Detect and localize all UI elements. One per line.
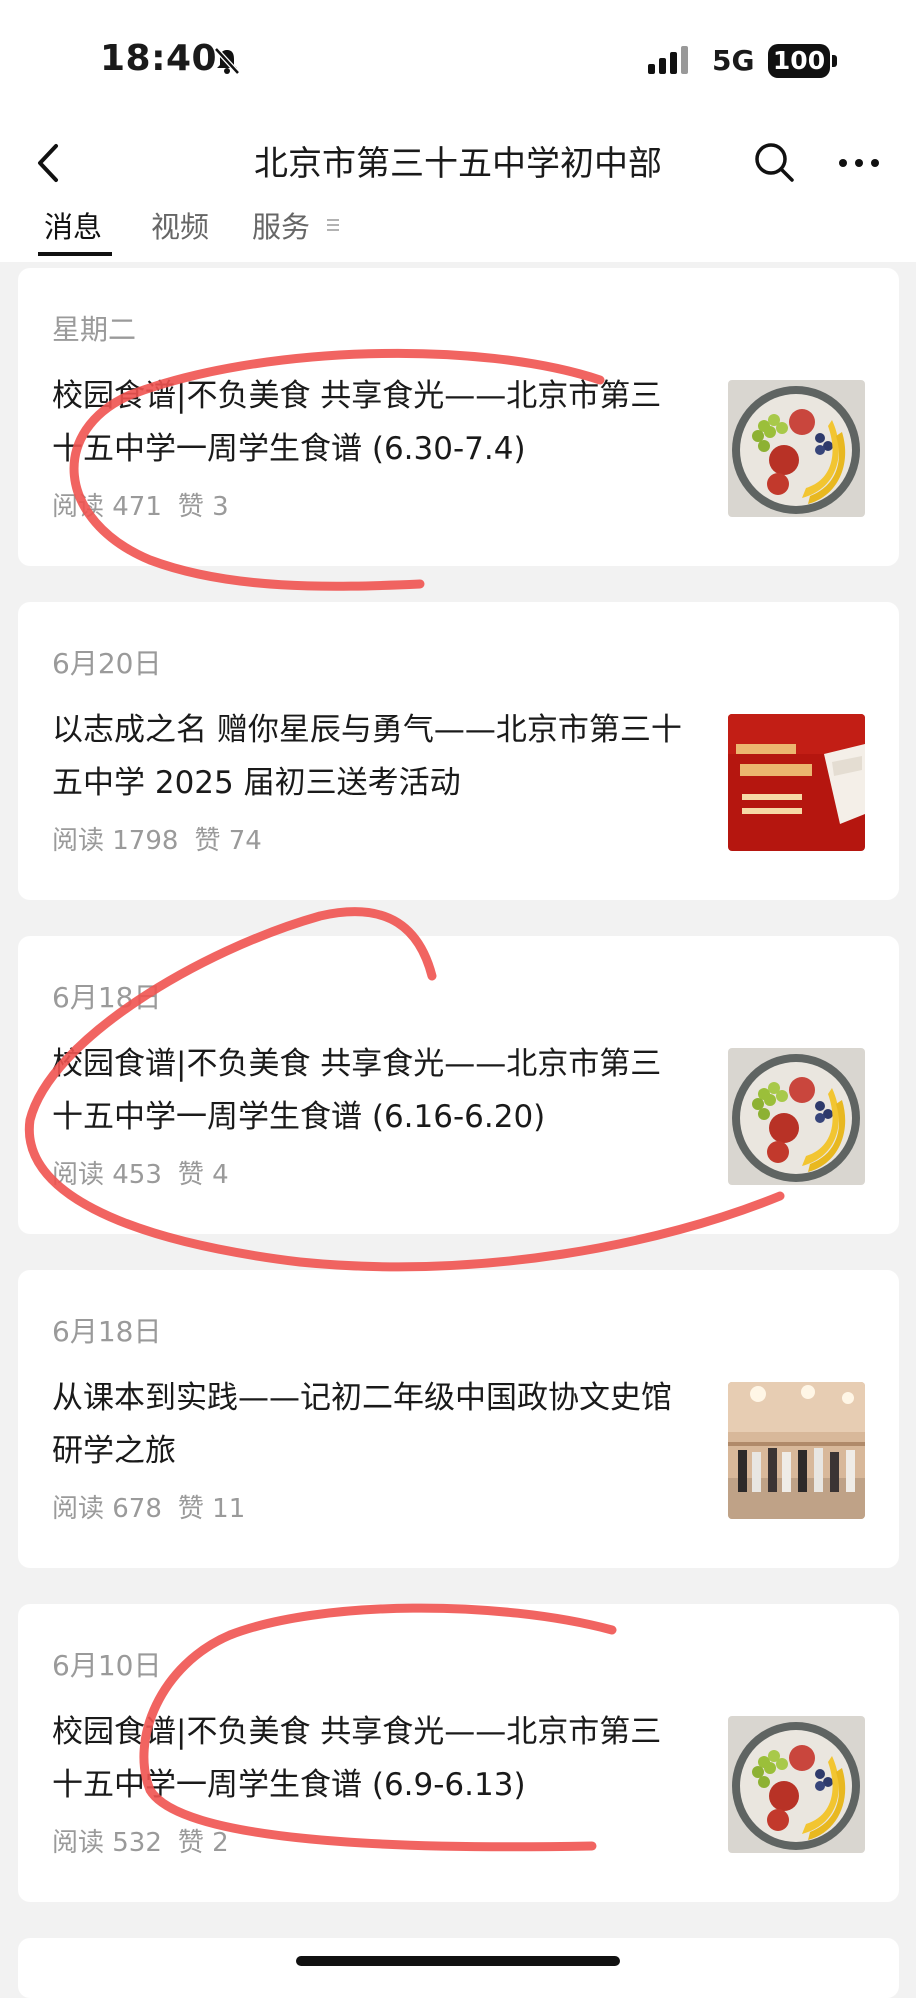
tab-videos[interactable]: 视频	[151, 204, 209, 246]
article-title[interactable]: 校园食谱|不负美食 共享食光——北京市第三十五中学一周学生食谱 (6.9-6.1…	[52, 1706, 692, 1812]
students-photo-thumbnail[interactable]	[728, 1382, 865, 1519]
fruit-plate-thumbnail[interactable]	[728, 1716, 865, 1853]
fruit-plate-thumbnail[interactable]	[728, 1048, 865, 1185]
fruit-plate-thumbnail[interactable]	[728, 380, 865, 517]
article-card[interactable]: 6月18日 校园食谱|不负美食 共享食光——北京市第三十五中学一周学生食谱 (6…	[18, 936, 899, 1234]
article-date: 6月10日	[52, 1649, 162, 1682]
article-card[interactable]: 6月10日 校园食谱|不负美食 共享食光——北京市第三十五中学一周学生食谱 (6…	[18, 1604, 899, 1902]
menu-lines-icon[interactable]	[326, 218, 340, 232]
article-stats: 阅读 453 赞 4	[52, 1154, 245, 1191]
like-count: 赞 4	[177, 1160, 229, 1190]
like-count: 赞 11	[177, 1494, 246, 1524]
article-stats: 阅读 471 赞 3	[52, 486, 245, 523]
status-time: 18:40	[100, 38, 218, 79]
article-date: 6月18日	[52, 981, 162, 1014]
home-indicator	[296, 1956, 620, 1966]
battery-indicator: 100	[768, 44, 830, 78]
article-date: 6月18日	[52, 1315, 162, 1348]
article-stats: 阅读 1798 赞 74	[52, 820, 278, 857]
red-poster-thumbnail[interactable]	[728, 714, 865, 851]
like-count: 赞 2	[177, 1828, 229, 1858]
battery-nub	[832, 55, 837, 67]
tab-messages[interactable]: 消息	[44, 204, 102, 246]
article-title[interactable]: 从课本到实践——记初二年级中国政协文史馆研学之旅	[52, 1372, 692, 1478]
article-stats: 阅读 532 赞 2	[52, 1822, 245, 1859]
article-card-partial[interactable]	[18, 1938, 899, 1998]
article-date: 6月20日	[52, 647, 162, 680]
network-type: 5G	[712, 44, 755, 77]
page-title: 北京市第三十五中学初中部	[254, 144, 662, 184]
article-title[interactable]: 校园食谱|不负美食 共享食光——北京市第三十五中学一周学生食谱 (6.30-7.…	[52, 370, 692, 476]
tab-services[interactable]: 服务	[252, 204, 310, 246]
article-title[interactable]: 以志成之名 赠你星辰与勇气——北京市第三十五中学 2025 届初三送考活动	[52, 704, 692, 810]
read-count: 阅读 532	[52, 1828, 162, 1858]
article-date: 星期二	[52, 313, 137, 346]
article-card[interactable]: 星期二 校园食谱|不负美食 共享食光——北京市第三十五中学一周学生食谱 (6.3…	[18, 268, 899, 566]
article-card[interactable]: 6月18日 从课本到实践——记初二年级中国政协文史馆研学之旅 阅读 678 赞 1…	[18, 1270, 899, 1568]
more-options-icon[interactable]	[834, 140, 884, 186]
article-stats: 阅读 678 赞 11	[52, 1488, 261, 1525]
read-count: 阅读 453	[52, 1160, 162, 1190]
search-icon[interactable]	[752, 140, 798, 186]
read-count: 阅读 678	[52, 1494, 162, 1524]
read-count: 阅读 471	[52, 492, 162, 522]
top-bar: 18:40 5G 100 北京市第三十五中学初中部 消息 视频 服务	[0, 0, 916, 262]
like-count: 赞 3	[177, 492, 229, 522]
like-count: 赞 74	[194, 826, 262, 856]
article-title[interactable]: 校园食谱|不负美食 共享食光——北京市第三十五中学一周学生食谱 (6.16-6.…	[52, 1038, 692, 1144]
read-count: 阅读 1798	[52, 826, 179, 856]
back-arrow-icon[interactable]	[30, 138, 70, 188]
mute-bell-icon	[214, 47, 240, 75]
signal-icon	[648, 46, 692, 74]
active-tab-indicator	[38, 252, 112, 256]
article-card[interactable]: 6月20日 以志成之名 赠你星辰与勇气——北京市第三十五中学 2025 届初三送…	[18, 602, 899, 900]
